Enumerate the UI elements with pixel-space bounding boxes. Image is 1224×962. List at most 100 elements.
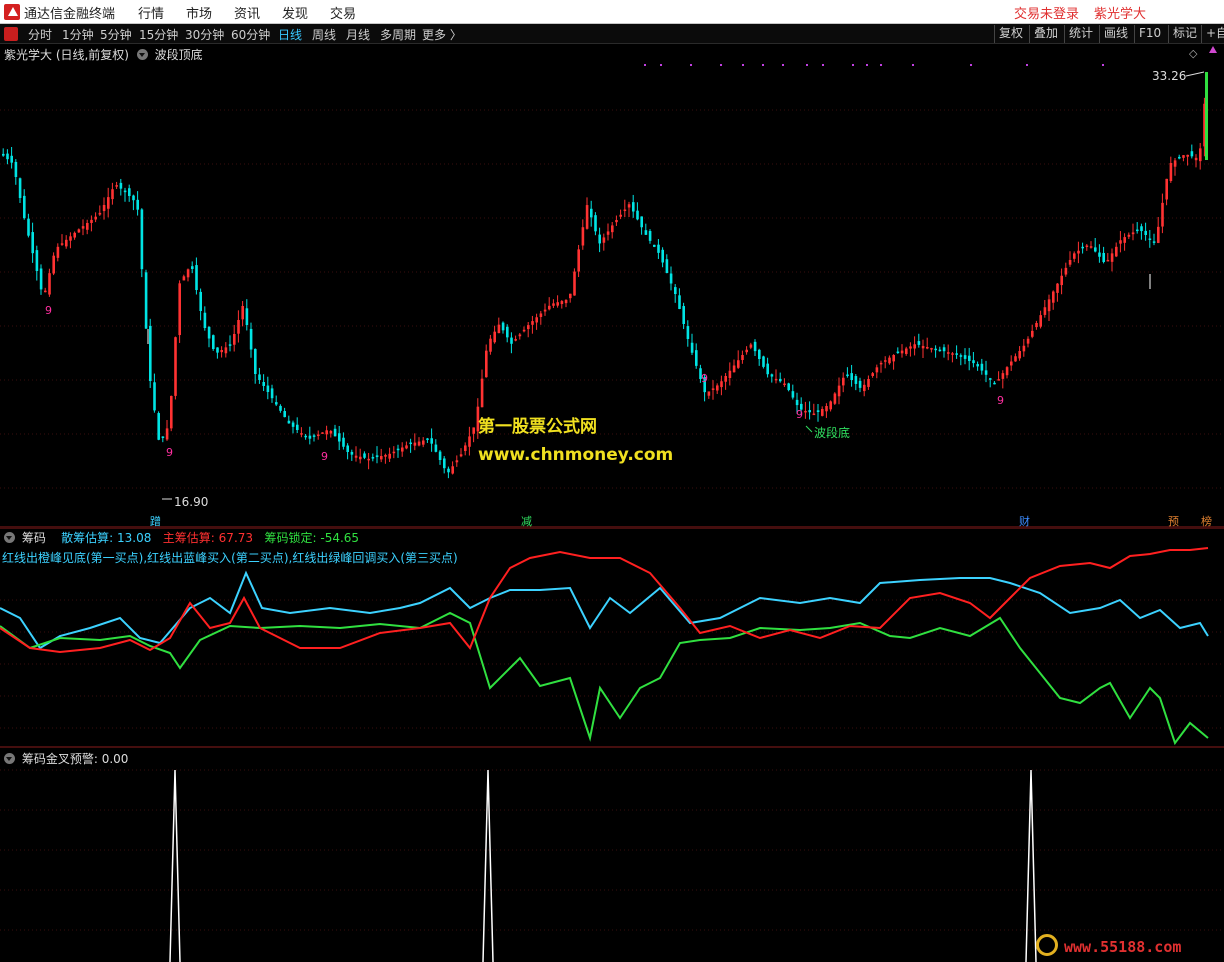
candle-body bbox=[976, 364, 979, 367]
last-candle bbox=[1205, 72, 1208, 160]
custom-add-button[interactable]: +自 bbox=[1201, 25, 1224, 43]
low-price-label: 16.90 bbox=[174, 495, 209, 509]
candle-body bbox=[762, 356, 765, 367]
candle-body bbox=[829, 401, 832, 410]
candle-body bbox=[18, 178, 22, 198]
candle-body bbox=[921, 345, 925, 349]
signal-dot bbox=[852, 64, 854, 66]
mark-button[interactable]: 标记 bbox=[1168, 25, 1201, 43]
candle-body bbox=[548, 305, 551, 310]
candle-body bbox=[1115, 246, 1118, 257]
candle-body bbox=[934, 348, 937, 351]
candle-body bbox=[720, 381, 723, 388]
candle-body bbox=[6, 153, 9, 160]
candle-body bbox=[102, 205, 106, 212]
period-30min[interactable]: 30分钟 bbox=[185, 26, 224, 43]
stats-button[interactable]: 统计 bbox=[1064, 25, 1097, 43]
candle-body bbox=[359, 456, 362, 460]
candle-body bbox=[1165, 178, 1168, 200]
candle-body bbox=[245, 308, 249, 325]
candle-body bbox=[858, 380, 862, 388]
period-toolbar: 分时 1分钟 5分钟 15分钟 30分钟 60分钟 日线 周线 月线 多周期 更… bbox=[0, 24, 1224, 44]
candle-body bbox=[149, 325, 152, 381]
candle-body bbox=[195, 265, 198, 290]
candle-body bbox=[430, 438, 433, 444]
watermark-title: 第一股票公式网 bbox=[478, 417, 597, 437]
period-1min[interactable]: 1分钟 bbox=[62, 26, 94, 43]
candle-body bbox=[795, 399, 799, 406]
candle-body bbox=[1014, 356, 1017, 362]
candle-body bbox=[220, 350, 223, 353]
candle-body bbox=[816, 410, 820, 412]
candle-body bbox=[270, 388, 274, 399]
candle-body bbox=[1148, 238, 1152, 240]
period-monthly[interactable]: 月线 bbox=[346, 26, 370, 43]
candle-body bbox=[648, 231, 652, 241]
candle-body bbox=[438, 451, 442, 460]
chip-line-chart[interactable] bbox=[0, 528, 1224, 748]
current-stock-name[interactable]: 紫光学大 bbox=[1094, 3, 1146, 22]
candle-body bbox=[489, 338, 492, 352]
candle-body bbox=[875, 367, 879, 373]
candle-body bbox=[186, 269, 190, 278]
signal-marker: 财 bbox=[1019, 513, 1030, 529]
candle-body bbox=[686, 326, 690, 339]
candle-body bbox=[228, 344, 232, 346]
candle-body bbox=[1169, 163, 1173, 182]
candle-body bbox=[1018, 351, 1021, 359]
candle-body bbox=[1094, 247, 1097, 252]
period-15min[interactable]: 15分钟 bbox=[139, 26, 178, 43]
candle-body bbox=[955, 353, 958, 355]
period-60min[interactable]: 60分钟 bbox=[231, 26, 270, 43]
candle-body bbox=[837, 385, 841, 397]
bottom-signal-digit: 9 bbox=[701, 372, 708, 385]
candle-body bbox=[426, 438, 429, 440]
candle-body bbox=[182, 276, 186, 281]
menu-discover[interactable]: 发现 bbox=[282, 3, 308, 22]
candle-body bbox=[409, 442, 412, 445]
candle-body bbox=[451, 466, 454, 474]
f10-button[interactable]: F10 bbox=[1134, 25, 1165, 43]
candle-body bbox=[375, 455, 379, 458]
candle-body bbox=[1035, 323, 1038, 328]
signal-marker: 榜 bbox=[1201, 513, 1212, 529]
menu-quotes[interactable]: 行情 bbox=[138, 3, 164, 22]
candle-body bbox=[136, 199, 139, 210]
period-multi[interactable]: 多周期 bbox=[380, 26, 416, 43]
candle-body bbox=[1068, 260, 1072, 265]
trade-login-status[interactable]: 交易未登录 bbox=[1014, 3, 1079, 22]
bottom-signal-digit: 9 bbox=[796, 408, 803, 421]
candle-body bbox=[165, 428, 169, 440]
candle-body bbox=[241, 306, 244, 320]
candle-body bbox=[119, 182, 123, 189]
menu-news[interactable]: 资讯 bbox=[234, 3, 260, 22]
site-logo: www.55188.com bbox=[1030, 932, 1224, 962]
adjust-button[interactable]: 复权 bbox=[994, 25, 1027, 43]
period-tick[interactable]: 分时 bbox=[28, 26, 52, 43]
candle-body bbox=[56, 246, 60, 258]
candle-body bbox=[459, 454, 463, 457]
candle-body bbox=[367, 458, 370, 461]
menu-trade[interactable]: 交易 bbox=[330, 3, 356, 22]
candle-body bbox=[774, 378, 778, 381]
period-weekly[interactable]: 周线 bbox=[312, 26, 336, 43]
menu-market[interactable]: 市场 bbox=[186, 3, 212, 22]
signal-text: 预 bbox=[1168, 515, 1179, 528]
cross-alert-chart[interactable] bbox=[0, 748, 1224, 962]
signal-dot bbox=[782, 64, 784, 66]
draw-button[interactable]: 画线 bbox=[1099, 25, 1132, 43]
bottom-signal-digit: 9 bbox=[45, 304, 52, 317]
candle-body bbox=[871, 373, 874, 376]
overlay-button[interactable]: 叠加 bbox=[1029, 25, 1062, 43]
candle-body bbox=[585, 205, 589, 229]
candle-body bbox=[972, 360, 975, 364]
candle-body bbox=[262, 382, 265, 386]
candle-body bbox=[984, 370, 988, 375]
period-daily[interactable]: 日线 bbox=[278, 26, 302, 43]
candle-body bbox=[401, 447, 404, 452]
candle-body bbox=[1199, 148, 1202, 162]
period-more[interactable]: 更多 〉 bbox=[422, 26, 462, 43]
period-5min[interactable]: 5分钟 bbox=[100, 26, 132, 43]
watermark-url: www.chnmoney.com bbox=[478, 445, 674, 465]
candle-body bbox=[249, 328, 253, 350]
